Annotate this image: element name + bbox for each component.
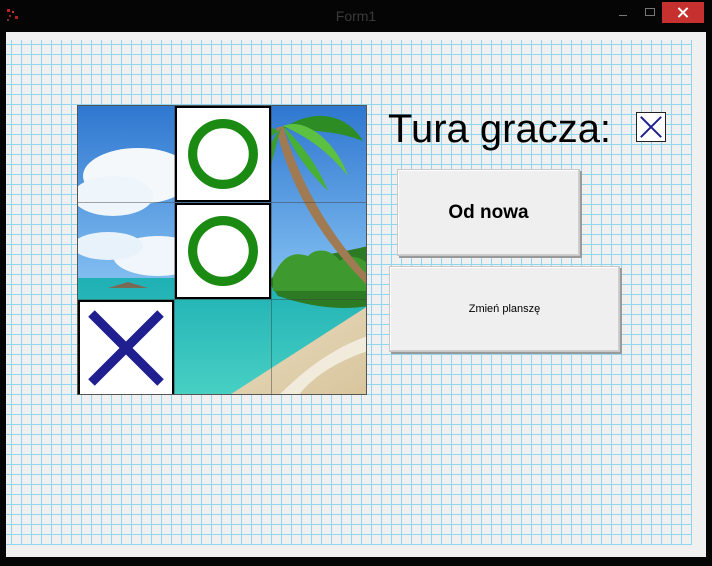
form-right-border <box>692 32 706 557</box>
current-player-indicator <box>636 112 666 142</box>
board-gridline <box>78 202 366 203</box>
board-gridline <box>271 106 272 394</box>
game-board <box>77 105 367 395</box>
o-mark-icon <box>188 216 258 286</box>
board-cell[interactable] <box>78 203 174 299</box>
board-cell[interactable] <box>272 300 366 394</box>
turn-label: Tura gracza: <box>388 107 612 151</box>
app-window: Form1 Tura gracza: Od nowa Zmień planszę <box>0 0 712 566</box>
board-cell[interactable] <box>175 106 271 202</box>
board-gridline <box>78 299 366 300</box>
x-mark-icon <box>88 310 164 386</box>
x-mark-icon <box>640 116 662 138</box>
board-cell[interactable] <box>78 106 174 202</box>
change-board-button[interactable]: Zmień planszę <box>389 266 620 352</box>
form-bottom-border <box>6 545 706 557</box>
board-cell[interactable] <box>272 106 366 202</box>
board-cell[interactable] <box>175 203 271 299</box>
minimize-button[interactable] <box>610 2 636 22</box>
board-cell[interactable] <box>78 300 174 394</box>
new-game-button[interactable]: Od nowa <box>397 169 580 256</box>
board-cell[interactable] <box>175 300 271 394</box>
board-cell[interactable] <box>272 203 366 299</box>
maximize-button[interactable] <box>637 2 663 22</box>
close-button[interactable] <box>662 2 704 23</box>
board-gridline <box>174 106 175 394</box>
o-mark-icon <box>188 119 258 189</box>
title-bar[interactable]: Form1 <box>0 0 712 32</box>
window-title: Form1 <box>335 8 377 24</box>
